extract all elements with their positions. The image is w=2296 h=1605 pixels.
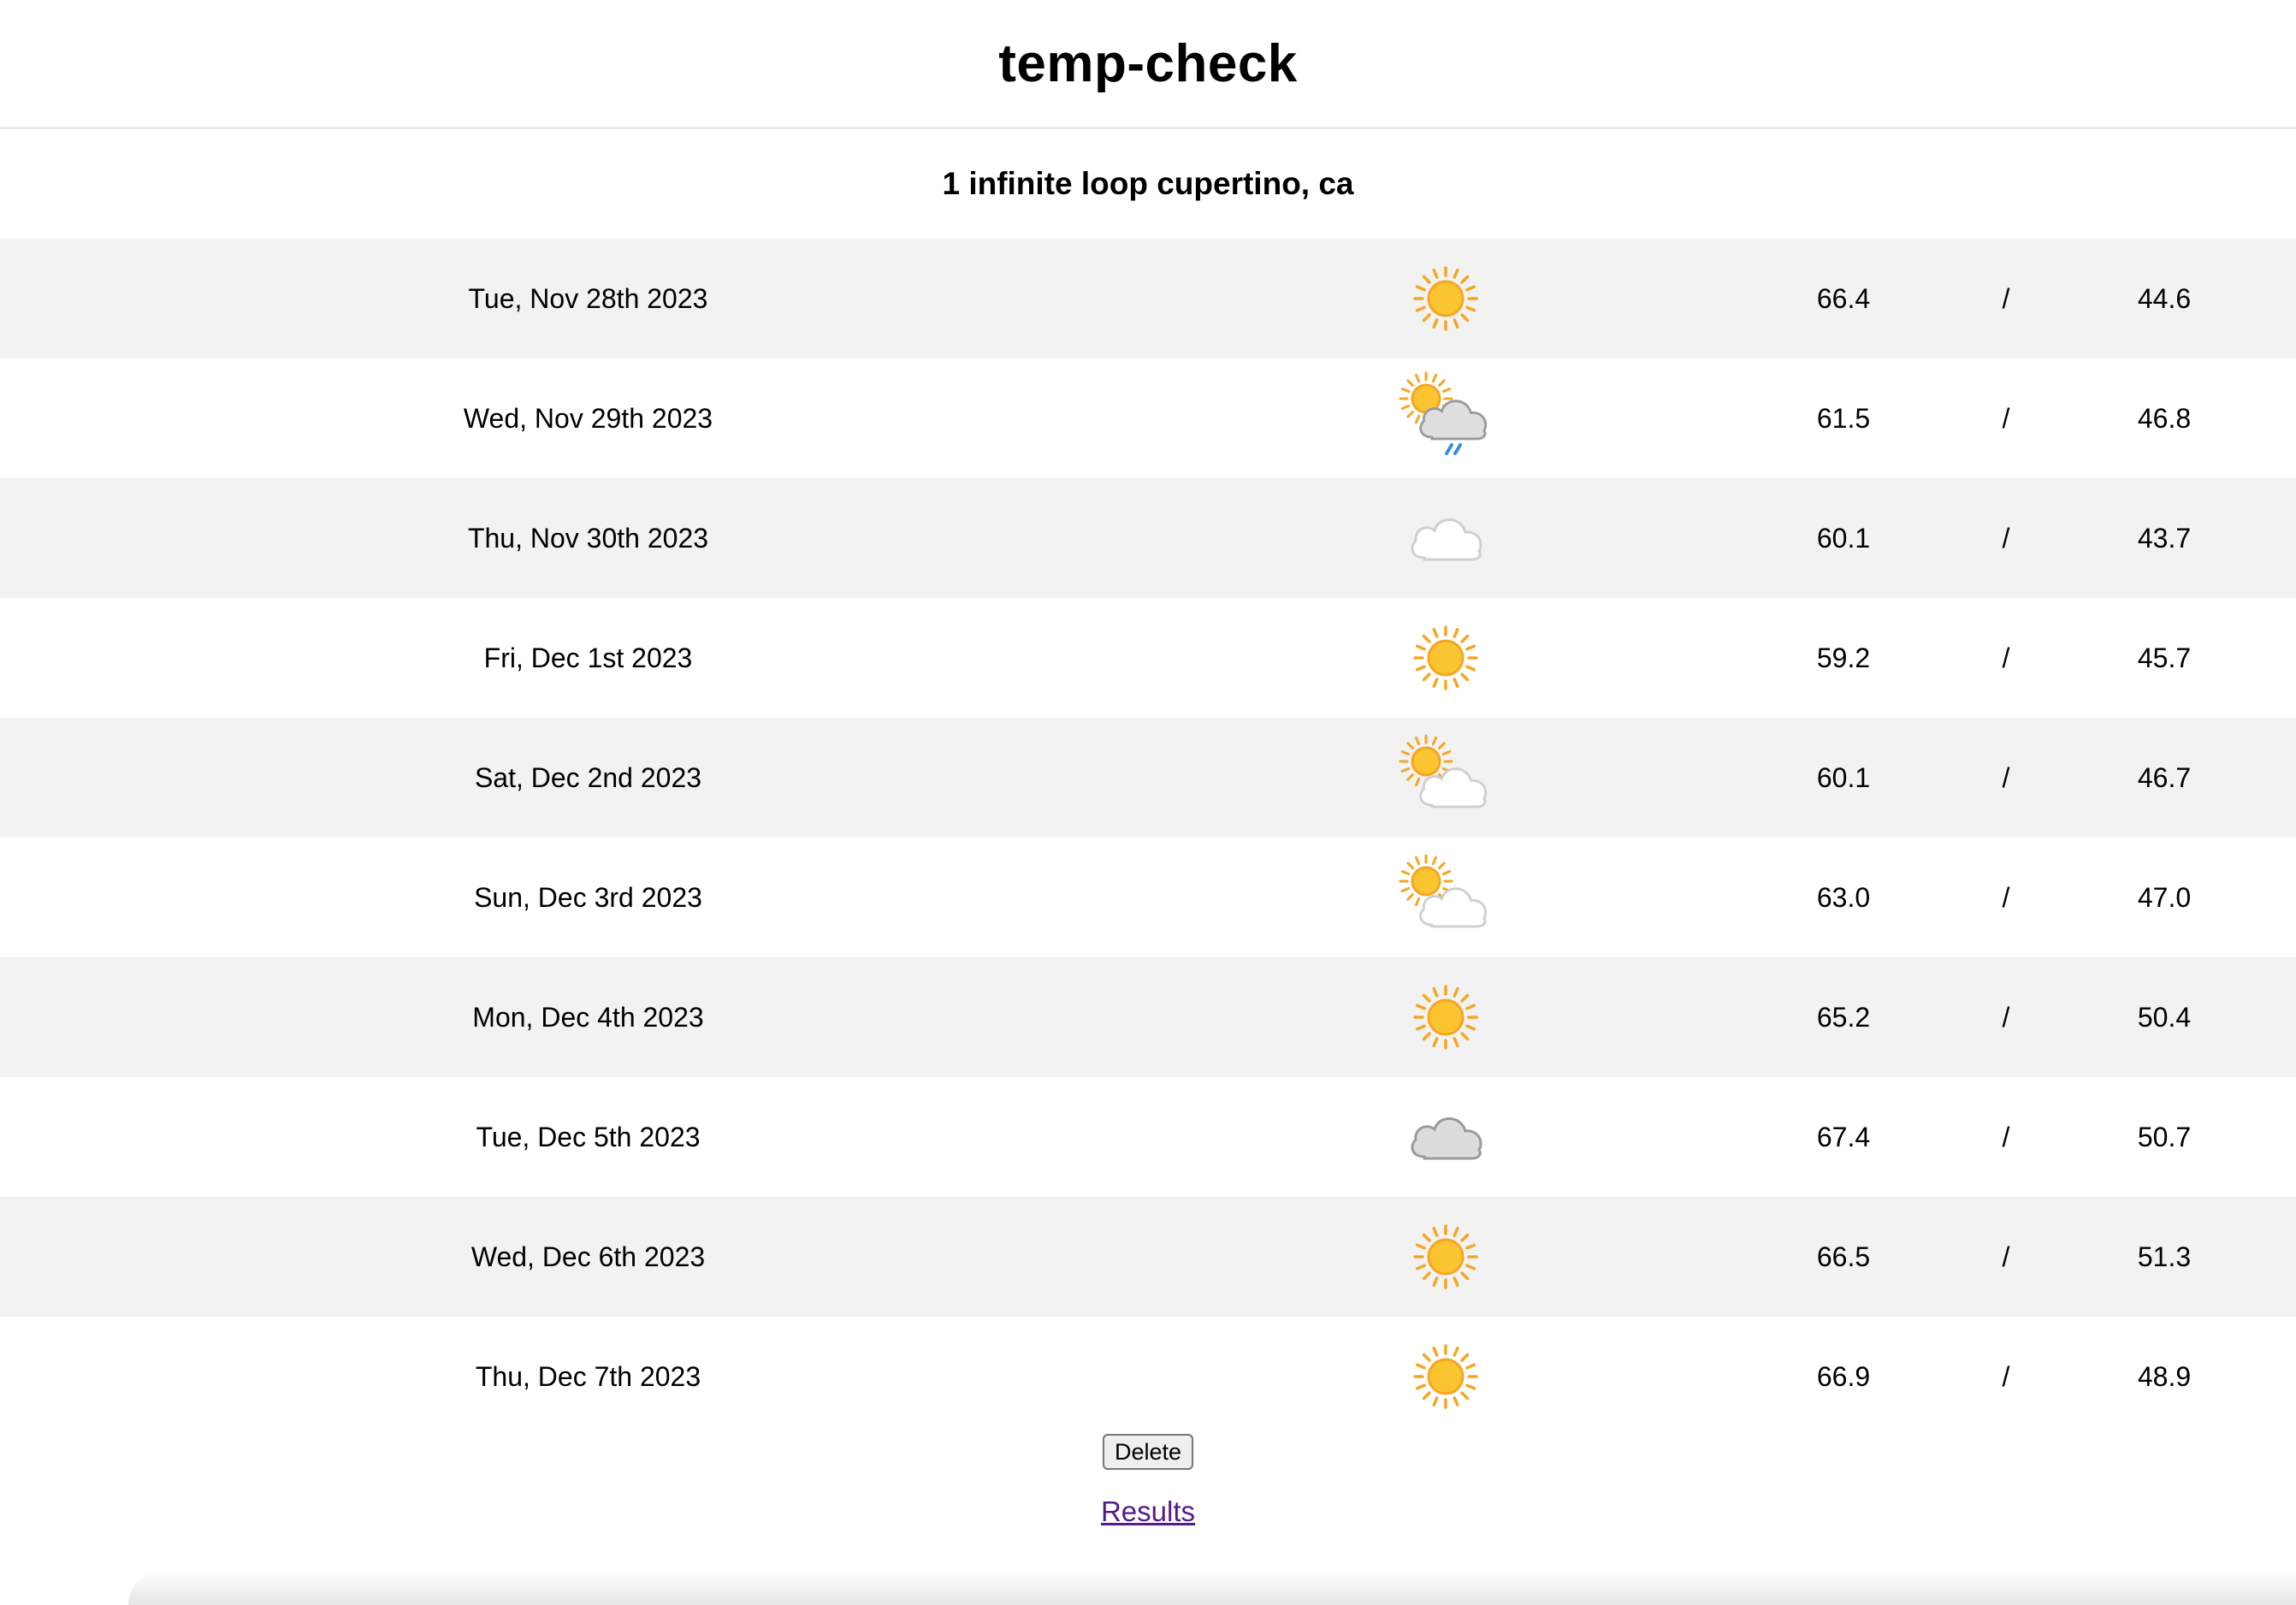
forecast-date: Wed, Nov 29th 2023	[463, 402, 713, 434]
partly-cloudy-icon	[1360, 718, 1531, 838]
forecast-row: Wed, Nov 29th 2023 61.5 / 46.8	[0, 358, 2296, 478]
temp-separator: /	[2002, 761, 2010, 793]
forecast-date: Wed, Dec 6th 2023	[470, 1241, 706, 1272]
temp-high: 66.9	[1816, 1360, 1871, 1392]
temp-separator: /	[2002, 1241, 2010, 1272]
sunny-icon	[1360, 1317, 1531, 1436]
temp-low: 46.7	[2137, 761, 2192, 793]
temp-low: 48.9	[2137, 1360, 2192, 1392]
forecast-date: Sat, Dec 2nd 2023	[474, 761, 702, 793]
temp-low: 51.3	[2137, 1241, 2192, 1272]
forecast-row: Fri, Dec 1st 2023 59.2 / 45.7	[0, 598, 2296, 718]
sunny-icon	[1360, 598, 1531, 718]
location-title: 1 infinite loop cupertino, ca	[942, 166, 1354, 201]
temp-high: 66.5	[1816, 1241, 1871, 1272]
forecast-date: Sun, Dec 3rd 2023	[474, 881, 702, 913]
temp-high: 65.2	[1816, 1001, 1871, 1033]
temp-high: 60.1	[1816, 522, 1871, 554]
temp-low: 43.7	[2137, 522, 2192, 554]
temp-separator: /	[2002, 1360, 2010, 1392]
forecast-row: Sat, Dec 2nd 2023 60.1 / 46.7	[0, 718, 2296, 838]
temp-high: 63.0	[1816, 881, 1871, 913]
temp-separator: /	[2002, 282, 2010, 314]
temp-low: 44.6	[2137, 282, 2192, 314]
delete-container: Delete	[0, 1434, 2296, 1470]
forecast-row: Sun, Dec 3rd 2023 63.0 / 47.0	[0, 838, 2296, 957]
sunny-icon	[1360, 239, 1531, 358]
forecast-list: Tue, Nov 28th 2023 66.4 / 44.6 Wed, Nov 29th…	[0, 239, 2296, 1436]
sunny-icon	[1360, 1197, 1531, 1317]
forecast-row: Mon, Dec 4th 2023 65.2 / 50.4	[0, 957, 2296, 1077]
forecast-date: Fri, Dec 1st 2023	[483, 642, 693, 673]
temp-low: 50.4	[2137, 1001, 2192, 1033]
page-title: temp-check	[998, 33, 1298, 93]
temp-low: 45.7	[2137, 642, 2192, 673]
cloud-icon	[1360, 478, 1531, 598]
forecast-date: Thu, Dec 7th 2023	[475, 1360, 701, 1392]
partly-cloudy-icon	[1360, 838, 1531, 957]
temp-separator: /	[2002, 642, 2010, 673]
forecast-date: Mon, Dec 4th 2023	[472, 1001, 704, 1033]
results-link[interactable]: Results	[1101, 1495, 1195, 1528]
temp-high: 66.4	[1816, 282, 1871, 314]
results-container: Results	[0, 1495, 2296, 1528]
temp-separator: /	[2002, 522, 2010, 554]
forecast-row: Thu, Dec 7th 2023 66.9 / 48.9	[0, 1317, 2296, 1436]
forecast-row: Thu, Nov 30th 2023 60.1 / 43.7	[0, 478, 2296, 598]
temp-separator: /	[2002, 881, 2010, 913]
overcast-cloud-icon	[1360, 1077, 1531, 1197]
temp-high: 59.2	[1816, 642, 1871, 673]
temp-low: 50.7	[2137, 1121, 2192, 1152]
temp-separator: /	[2002, 1121, 2010, 1152]
page-header: temp-check	[0, 0, 2296, 129]
forecast-row: Tue, Dec 5th 2023 67.4 / 50.7	[0, 1077, 2296, 1197]
temp-separator: /	[2002, 402, 2010, 434]
forecast-date: Thu, Nov 30th 2023	[467, 522, 709, 554]
temp-low: 46.8	[2137, 402, 2192, 434]
sun-cloud-rain-icon	[1360, 358, 1531, 478]
forecast-row: Wed, Dec 6th 2023 66.5 / 51.3	[0, 1197, 2296, 1317]
temp-separator: /	[2002, 1001, 2010, 1033]
forecast-date: Tue, Nov 28th 2023	[468, 282, 708, 314]
temp-low: 47.0	[2137, 881, 2192, 913]
forecast-date: Tue, Dec 5th 2023	[476, 1121, 701, 1152]
temp-high: 61.5	[1816, 402, 1871, 434]
delete-button[interactable]: Delete	[1102, 1434, 1194, 1470]
sunny-icon	[1360, 957, 1531, 1077]
forecast-row: Tue, Nov 28th 2023 66.4 / 44.6	[0, 239, 2296, 358]
temp-high: 60.1	[1816, 761, 1871, 793]
temp-high: 67.4	[1816, 1121, 1871, 1152]
window-bottom-shadow	[128, 1571, 2296, 1605]
